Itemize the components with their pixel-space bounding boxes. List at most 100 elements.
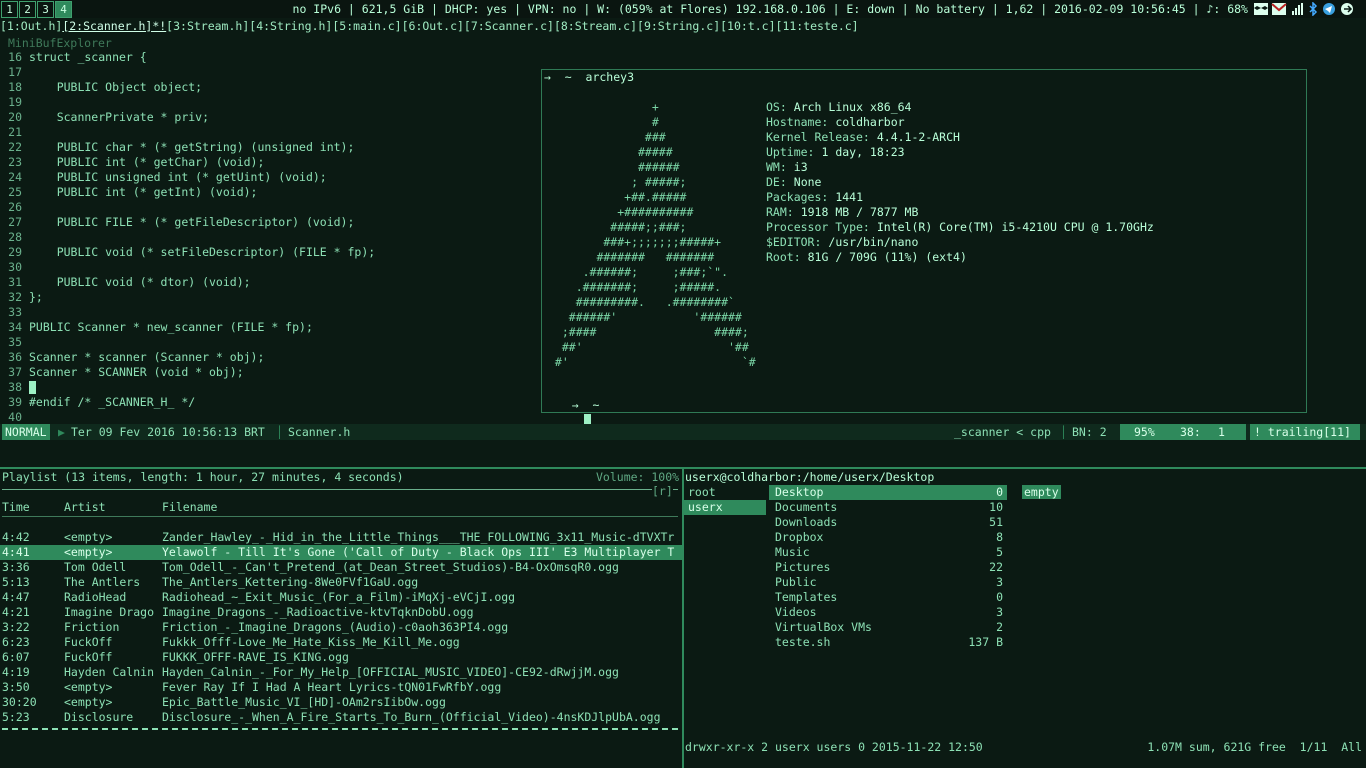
ranger-current-column: Desktop 0 Documents 10 Downloads 51 Dropbox 8 Mu… [769, 485, 1009, 685]
code-line[interactable]: 20 ScannerPrivate * priv; [0, 110, 540, 125]
entry-name: Videos [775, 605, 817, 619]
i3-status-text: no IPv6 | 621,5 GiB | DHCP: yes | VPN: n… [292, 2, 1248, 16]
workspace-button-1[interactable]: 1 [1, 1, 18, 18]
track-artist: FuckOff [64, 650, 113, 664]
playlist-row[interactable]: 4:42 <empty> Zander_Hawley_-_Hid_in_the_Li… [0, 530, 682, 545]
vim-buffer-tab[interactable]: [2:Scanner.h]*! [62, 19, 166, 33]
vim-buffer-tab[interactable]: [7:Scanner.c] [464, 19, 554, 33]
playlist-row[interactable]: 6:23 FuckOff Fukkk_Offf-Love_Me_Hate_Kiss_… [0, 635, 682, 650]
ranger-parent-item[interactable]: root [684, 485, 766, 500]
vim-buffer-tab[interactable]: [4:String.h] [249, 19, 332, 33]
code-line[interactable]: 30 [0, 260, 540, 275]
workspace-button-4[interactable]: 4 [55, 1, 72, 18]
telegram-icon[interactable] [1323, 3, 1335, 15]
playlist-row[interactable]: 3:22 Friction Friction_-_Imagine_Dragons_(… [0, 620, 682, 635]
ranger-file-manager[interactable]: userx@coldharbor:/home/userx/Desktop roo… [684, 470, 1366, 768]
track-time: 3:36 [2, 560, 30, 574]
line-number: 17 [8, 65, 22, 79]
progress-bar[interactable] [2, 728, 678, 730]
status-datetime: Ter 09 Fev 2016 10:56:13 BRT [71, 425, 265, 439]
vim-buffer-tab[interactable]: [1:Out.h] [0, 19, 62, 33]
code-line[interactable]: 22 PUBLIC char * (* getString) (unsigned… [0, 140, 540, 155]
ranger-entry[interactable]: Downloads 51 [769, 515, 1007, 530]
ranger-entry[interactable]: Music 5 [769, 545, 1007, 560]
column-rule [2, 516, 678, 517]
code-line[interactable]: 17 [0, 65, 540, 80]
code-line[interactable]: 38 [0, 380, 540, 395]
track-artist: <empty> [64, 695, 113, 709]
vim-buffer-tab[interactable]: [5:main.c] [332, 19, 401, 33]
vim-buffer-tab[interactable]: [11:teste.c] [776, 19, 859, 33]
vim-buffer-tab[interactable]: [9:String.c] [637, 19, 720, 33]
ncmpcpp-player[interactable]: Playlist (13 items, length: 1 hour, 27 m… [0, 470, 682, 768]
code-line[interactable]: 21 [0, 125, 540, 140]
track-filename: FUKKK_OFFF-RAVE_IS_KING.ogg [162, 650, 349, 664]
code-line[interactable]: 29 PUBLIC void (* setFileDescriptor) (FI… [0, 245, 540, 260]
code-line[interactable]: 34 PUBLIC Scanner * new_scanner (FILE * f… [0, 320, 540, 335]
playlist-row[interactable]: 4:19 Hayden Calnin Hayden_Calnin_-_For_My_… [0, 665, 682, 680]
code-line[interactable]: 31 PUBLIC void (* dtor) (void); [0, 275, 540, 290]
line-number: 18 [8, 80, 22, 94]
vim-buffer-tab[interactable]: [10:t.c] [720, 19, 775, 33]
ranger-entry[interactable]: Desktop 0 [769, 485, 1007, 500]
ranger-entry[interactable]: Pictures 22 [769, 560, 1007, 575]
mail-icon[interactable] [1271, 3, 1287, 15]
playlist-row[interactable]: 5:23 Disclosure Disclosure_-_When_A_Fire_S… [0, 710, 682, 725]
vim-buffer-tab[interactable]: [6:Out.c] [402, 19, 464, 33]
code-line[interactable]: 19 [0, 95, 540, 110]
code-line[interactable]: 23 PUBLIC int (* getChar) (void); [0, 155, 540, 170]
bluetooth-icon[interactable] [1309, 1, 1318, 17]
signal-icon[interactable] [1292, 3, 1303, 15]
code-line[interactable]: 35 [0, 335, 540, 350]
ranger-entry[interactable]: Documents 10 [769, 500, 1007, 515]
workspace-button-2[interactable]: 2 [19, 1, 36, 18]
ranger-perms: drwxr-xr-x 2 userx users 0 2015-11-22 12… [685, 740, 983, 754]
code-line[interactable]: 27 PUBLIC FILE * (* getFileDescriptor) (… [0, 215, 540, 230]
code-line[interactable]: 40 [0, 410, 540, 425]
ranger-parent-item[interactable]: userx [684, 500, 766, 515]
ranger-entry[interactable]: teste.sh 137 B [769, 635, 1007, 650]
entry-size: 137 B [968, 635, 1003, 649]
terminal-prompt: → ~ archey3 [544, 70, 635, 84]
vim-buffer-tab[interactable]: [3:Stream.h] [166, 19, 249, 33]
flags-indicator: [r] [652, 484, 673, 498]
playlist-row[interactable]: 3:50 <empty> Fever Ray If I Had A Heart Ly… [0, 680, 682, 695]
code-line[interactable]: 37 Scanner * SCANNER (void * obj); [0, 365, 540, 380]
playlist-row[interactable]: 4:21 Imagine Drago Imagine_Dragons_-_Radio… [0, 605, 682, 620]
code-line[interactable]: 32}; [0, 290, 540, 305]
code-line[interactable]: 18 PUBLIC Object object; [0, 80, 540, 95]
entry-name: Desktop [775, 485, 824, 499]
ranger-entry[interactable]: Public 3 [769, 575, 1007, 590]
playlist-row[interactable]: 4:47 RadioHead Radiohead_~_Exit_Music_(For… [0, 590, 682, 605]
playlist-row[interactable]: 5:13 The Antlers The_Antlers_Kettering-8We… [0, 575, 682, 590]
ranger-entry[interactable]: Templates 0 [769, 590, 1007, 605]
track-artist: Disclosure [64, 710, 134, 724]
workspace-button-3[interactable]: 3 [37, 1, 54, 18]
code-line[interactable]: 33 [0, 305, 540, 320]
ranger-entry[interactable]: Dropbox 8 [769, 530, 1007, 545]
code-line[interactable]: 24 PUBLIC unsigned int (* getUint) (void… [0, 170, 540, 185]
info-key: $EDITOR: [766, 235, 822, 249]
arrow-icon[interactable] [1341, 3, 1353, 15]
vim-buffer-tab[interactable]: [8:Stream.c] [554, 19, 637, 33]
track-time: 4:42 [2, 530, 30, 544]
code-line[interactable]: 28 [0, 230, 540, 245]
dropbox-icon[interactable] [1254, 3, 1268, 15]
code-line[interactable]: 25 PUBLIC int (* getInt) (void); [0, 185, 540, 200]
terminal-window[interactable]: → ~ archey3 + # ### ##### ###### ; #####… [541, 69, 1307, 427]
code-line[interactable]: 26 [0, 200, 540, 215]
code-line[interactable]: 39 #endif /* _SCANNER_H_ */ [0, 395, 540, 410]
vim-editor[interactable]: 16 struct _scanner {17 18 PUBLIC Object ob… [0, 50, 540, 425]
playlist-row[interactable]: 6:07 FuckOff FUKKK_OFFF-RAVE_IS_KING.ogg [0, 650, 682, 665]
workspace-list: 1234 [0, 0, 72, 18]
preview-empty: empty [1022, 485, 1061, 499]
playlist-row[interactable]: 3:36 Tom Odell Tom_Odell_-_Can't_Pretend_(… [0, 560, 682, 575]
code-line[interactable]: 16 struct _scanner { [0, 50, 540, 65]
track-filename: Hayden_Calnin_-_For_My_Help_[OFFICIAL_MU… [162, 665, 619, 679]
line-number: 24 [8, 170, 22, 184]
code-line[interactable]: 36 Scanner * scanner (Scanner * obj); [0, 350, 540, 365]
playlist-row[interactable]: 4:41 <empty> Yelawolf - Till It's Gone ('C… [0, 545, 682, 560]
ranger-entry[interactable]: VirtualBox VMs 2 [769, 620, 1007, 635]
playlist-row[interactable]: 30:20 <empty> Epic_Battle_Music_VI_[HD]-OA… [0, 695, 682, 710]
ranger-entry[interactable]: Videos 3 [769, 605, 1007, 620]
